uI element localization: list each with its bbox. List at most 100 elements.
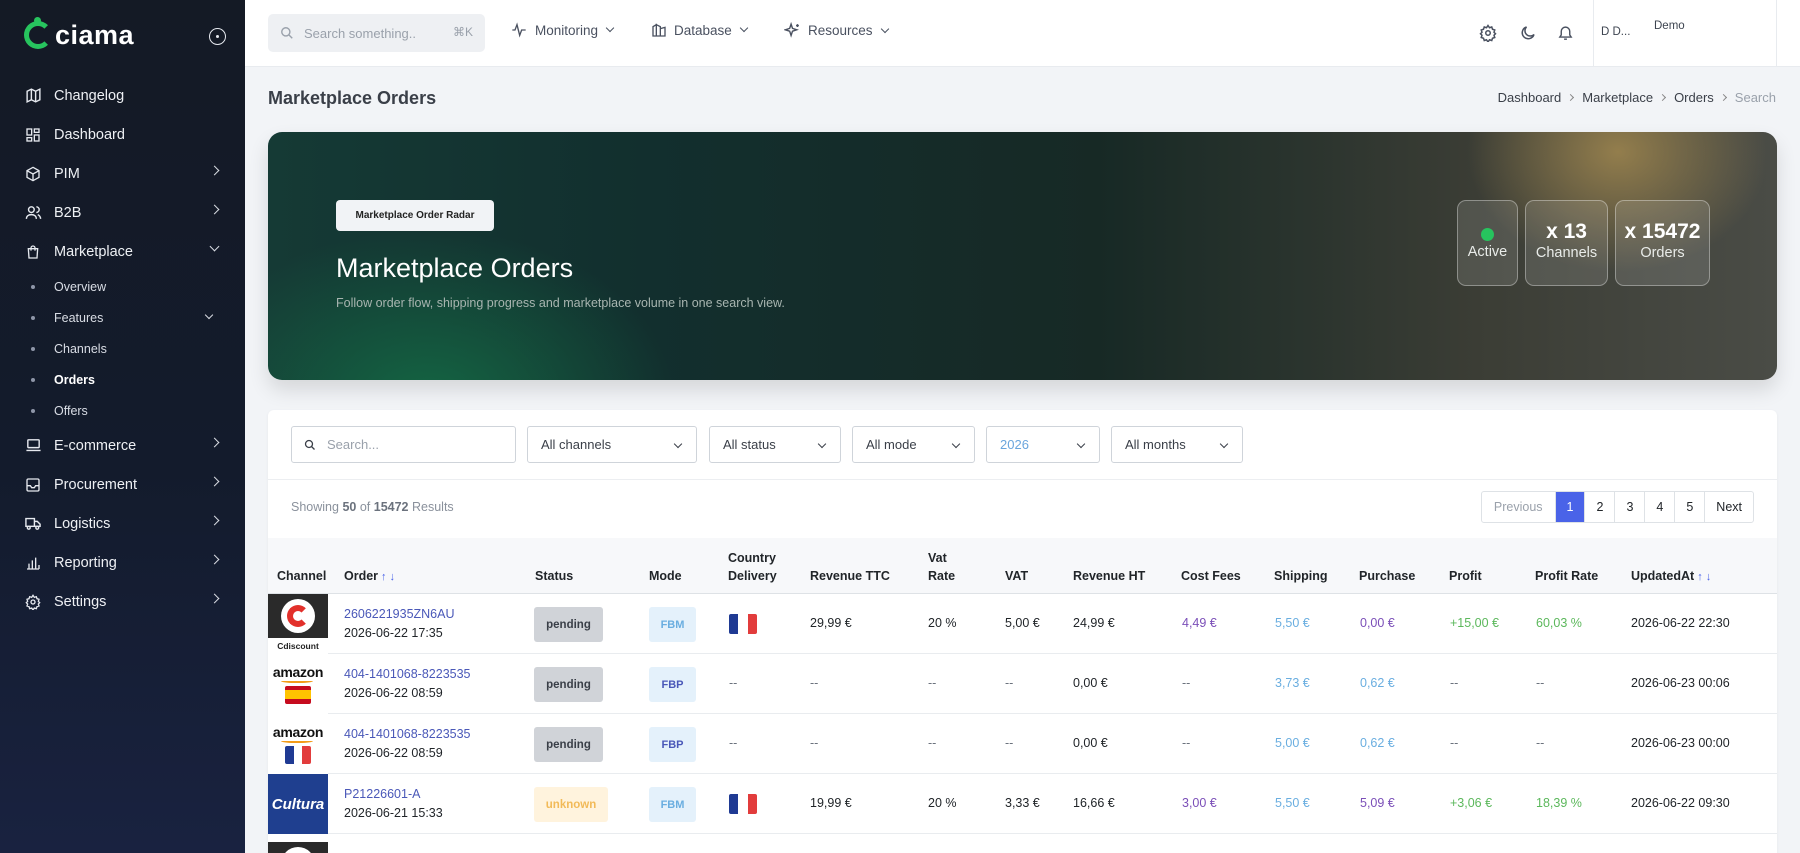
channels-card: x 13 Channels (1525, 200, 1608, 286)
sidebar-subitem-features[interactable]: Features (0, 302, 245, 333)
sort-asc-icon[interactable]: ↑ (1697, 571, 1703, 583)
profit: -- (1450, 676, 1459, 690)
logo-text: ciama (55, 19, 135, 50)
pagination-page[interactable]: 4 (1644, 492, 1674, 522)
hero-banner: Marketplace Order Radar Marketplace Orde… (268, 132, 1777, 380)
table-row[interactable]: amazon 404-1401068-8223535 2026-06-22 08… (268, 714, 1777, 774)
mode-badge: FBP (649, 667, 696, 702)
cdiscount-logo (268, 834, 328, 853)
sort-desc-icon[interactable]: ↓ (390, 571, 396, 583)
chevron-down-icon (1219, 439, 1229, 449)
table-row[interactable]: Cdiscount 2606221935ZN6AU 2026-06-22 17:… (268, 594, 1777, 654)
order-link[interactable]: 404-1401068-8223535 (344, 725, 471, 744)
sidebar-item-ecommerce[interactable]: E-commerce (0, 426, 245, 465)
ciama-logo[interactable]: ciama (24, 17, 135, 52)
sidebar-item-changelog[interactable]: Changelog (0, 76, 245, 115)
mode-badge: FBM (649, 787, 696, 822)
channel-select-value: All channels (541, 437, 612, 452)
sidebar-item-dashboard[interactable]: Dashboard (0, 115, 245, 154)
profit-rate: -- (1536, 676, 1545, 690)
vat-rate: 20 % (928, 616, 957, 630)
channel-select[interactable]: All channels (527, 426, 697, 463)
amazon-es-logo: amazon (268, 654, 328, 714)
updated-at: 2026-06-22 09:30 (1631, 796, 1730, 810)
sidebar-subitem-offers[interactable]: Offers (0, 395, 245, 426)
month-select[interactable]: All months (1111, 426, 1243, 463)
revenue-ht: 0,00 € (1073, 736, 1108, 750)
menu-label: Resources (808, 23, 873, 38)
sidebar-subitem-overview[interactable]: Overview (0, 271, 245, 302)
settings-gear-icon[interactable] (1478, 23, 1498, 43)
sort-asc-icon[interactable]: ↑ (381, 571, 387, 583)
breadcrumb-dashboard[interactable]: Dashboard (1498, 90, 1562, 105)
chevron-down-icon (817, 439, 827, 449)
menu-database[interactable]: Database (651, 22, 749, 38)
table-row[interactable]: Cultura P21226601-A 2026-06-21 15:33 unk… (268, 774, 1777, 834)
pagination-next[interactable]: Next (1704, 492, 1753, 522)
year-select[interactable]: 2026 (986, 426, 1100, 463)
chevron-right-icon (1659, 93, 1667, 102)
menu-resources[interactable]: Resources (784, 22, 889, 39)
sidebar-nav: Changelog Dashboard PIM B2B Marketplace … (0, 76, 245, 621)
status-select[interactable]: All status (709, 426, 841, 463)
sidebar-item-label: Procurement (54, 476, 138, 493)
topbar: Search something.. ⌘K Monitoring Databas… (245, 0, 1800, 67)
col-order[interactable]: Order ↑ ↓ (344, 567, 395, 586)
order-link[interactable]: P21226601-A (344, 785, 443, 804)
mode-select[interactable]: All mode (852, 426, 975, 463)
sort-desc-icon[interactable]: ↓ (1706, 571, 1712, 583)
order-link[interactable]: 2606221935ZN6AU (344, 605, 455, 624)
col-status: Status (535, 569, 574, 583)
breadcrumb-orders[interactable]: Orders (1674, 90, 1714, 105)
user-menu[interactable]: D D... Demo (1593, 0, 1777, 67)
sparkles-icon (784, 22, 801, 39)
col-updated-at[interactable]: UpdatedAt ↑ ↓ (1631, 567, 1711, 586)
revenue-ttc: -- (810, 676, 819, 690)
pagination-page[interactable]: 2 (1584, 492, 1614, 522)
shipping: 3,73 € (1275, 676, 1310, 690)
shipping: 5,50 € (1275, 616, 1310, 630)
sidebar-item-label: PIM (54, 165, 80, 182)
col-label-line: Vat (928, 551, 947, 565)
results-prefix: Showing (291, 500, 339, 514)
sidebar-item-procurement[interactable]: Procurement (0, 465, 245, 504)
order-date: 2026-06-22 08:59 (344, 746, 443, 760)
pagination-page[interactable]: 3 (1614, 492, 1644, 522)
status-badge: pending (534, 667, 603, 702)
search-icon (280, 26, 294, 40)
status-select-value: All status (723, 437, 776, 452)
col-vat-rate: Vat Rate (928, 549, 955, 585)
chevron-right-icon (1719, 93, 1727, 102)
menu-label: Database (674, 22, 732, 38)
sidebar-item-reporting[interactable]: Reporting (0, 543, 245, 582)
pagination-page[interactable]: 5 (1674, 492, 1704, 522)
sidebar-item-marketplace[interactable]: Marketplace (0, 232, 245, 271)
col-country-delivery: Country Delivery (728, 549, 777, 585)
notification-icon[interactable] (1555, 23, 1575, 43)
sidebar-subitem-label: Offers (54, 403, 88, 418)
sidebar: ciama Changelog Dashboard PIM B2B Market… (0, 0, 245, 853)
sidebar-subitem-channels[interactable]: Channels (0, 333, 245, 364)
status-badge: pending (534, 607, 603, 642)
table-row[interactable]: amazon 404-1401068-8223535 2026-06-22 08… (268, 654, 1777, 714)
chevron-right-icon (1567, 93, 1575, 102)
sidebar-item-logistics[interactable]: Logistics (0, 504, 245, 543)
sidebar-subitem-orders[interactable]: Orders (0, 364, 245, 395)
table-row[interactable] (268, 834, 1777, 853)
sidebar-subitem-label: Channels (54, 341, 107, 356)
order-cell: P21226601-A 2026-06-21 15:33 (344, 785, 443, 823)
global-search-input[interactable]: Search something.. ⌘K (268, 14, 485, 52)
sidebar-item-settings[interactable]: Settings (0, 582, 245, 621)
sidebar-item-pim[interactable]: PIM (0, 154, 245, 193)
sidebar-item-b2b[interactable]: B2B (0, 193, 245, 232)
revenue-ht: 0,00 € (1073, 676, 1108, 690)
channel-logo-text: amazon (272, 663, 324, 683)
order-link[interactable]: 404-1401068-8223535 (344, 665, 471, 684)
pagination-previous[interactable]: Previous (1482, 492, 1555, 522)
sidebar-toggle-icon[interactable] (209, 28, 226, 45)
order-search-input[interactable]: Search... (291, 426, 516, 463)
breadcrumb-marketplace[interactable]: Marketplace (1582, 90, 1653, 105)
pagination-page[interactable]: 1 (1554, 492, 1585, 522)
menu-monitoring[interactable]: Monitoring (510, 22, 615, 38)
moon-icon[interactable] (1518, 23, 1538, 43)
